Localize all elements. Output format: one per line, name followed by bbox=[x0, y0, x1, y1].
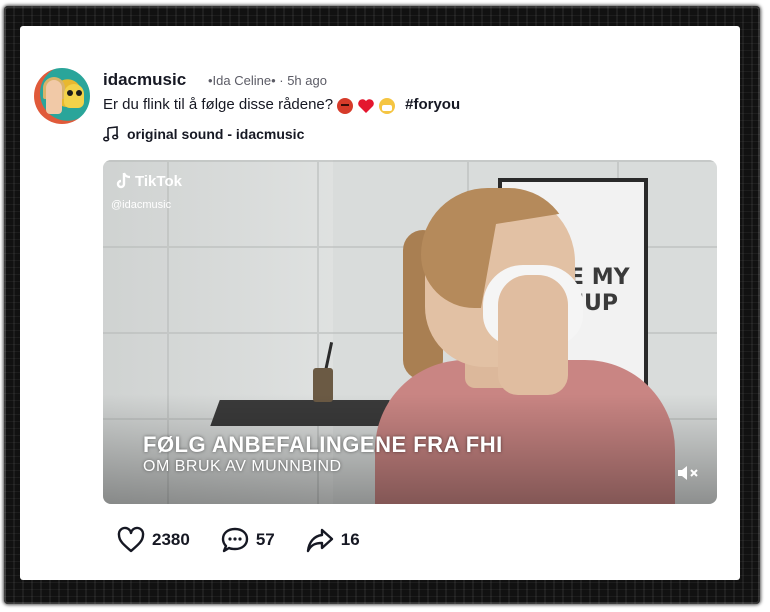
video-scene-hand bbox=[498, 275, 568, 395]
heart-emoji-icon bbox=[358, 98, 374, 113]
comment-icon bbox=[221, 527, 249, 553]
post-card: idacmusic •Ida Celine• · 5h ago Er du fl… bbox=[20, 26, 740, 580]
like-button[interactable]: 2380 bbox=[116, 526, 190, 554]
like-count: 2380 bbox=[152, 530, 190, 549]
avatar-face bbox=[46, 80, 62, 114]
tiktok-brand-text: TikTok bbox=[135, 172, 182, 190]
avatar-skull-eye bbox=[67, 90, 73, 96]
tiktok-handle-watermark: @idacmusic bbox=[111, 199, 172, 211]
username[interactable]: idacmusic bbox=[103, 70, 186, 90]
avatar-skull-eye bbox=[76, 90, 82, 96]
video-subtitle-line2: OM BRUK AV MUNNBIND bbox=[143, 458, 342, 475]
angry-face-icon bbox=[337, 97, 354, 114]
avatar[interactable] bbox=[34, 68, 90, 124]
caption-text: Er du flink til å følge disse rådene? bbox=[103, 96, 334, 113]
tiktok-logo-icon bbox=[116, 172, 131, 189]
mask-face-icon bbox=[379, 97, 396, 114]
comment-count: 57 bbox=[255, 530, 275, 549]
avatar-skull-art bbox=[64, 84, 84, 108]
share-count: 16 bbox=[340, 530, 360, 549]
share-button[interactable]: 16 bbox=[305, 526, 360, 554]
muted-speaker-icon[interactable] bbox=[677, 464, 699, 482]
music-note-icon bbox=[103, 126, 119, 142]
sound-label: original sound - idacmusic bbox=[127, 126, 305, 142]
comment-button[interactable]: 57 bbox=[220, 526, 275, 554]
sound-link[interactable]: original sound - idacmusic bbox=[103, 126, 304, 142]
tiktok-watermark: TikTok bbox=[115, 172, 182, 190]
share-arrow-icon bbox=[306, 528, 333, 553]
heart-icon bbox=[117, 526, 145, 553]
hashtag-link[interactable]: #foryou bbox=[405, 96, 460, 113]
video-subtitle-line1: FØLG ANBEFALINGENE FRA FHI bbox=[143, 432, 503, 457]
caption: Er du flink til å følge disse rådene? #f… bbox=[103, 96, 460, 114]
post-meta: •Ida Celine• · 5h ago bbox=[208, 73, 327, 88]
video-player[interactable]: E MY EUP TikTok @idacmusic FØLG ANBEFALI… bbox=[103, 160, 717, 504]
action-bar: 2380 57 16 bbox=[116, 526, 390, 554]
